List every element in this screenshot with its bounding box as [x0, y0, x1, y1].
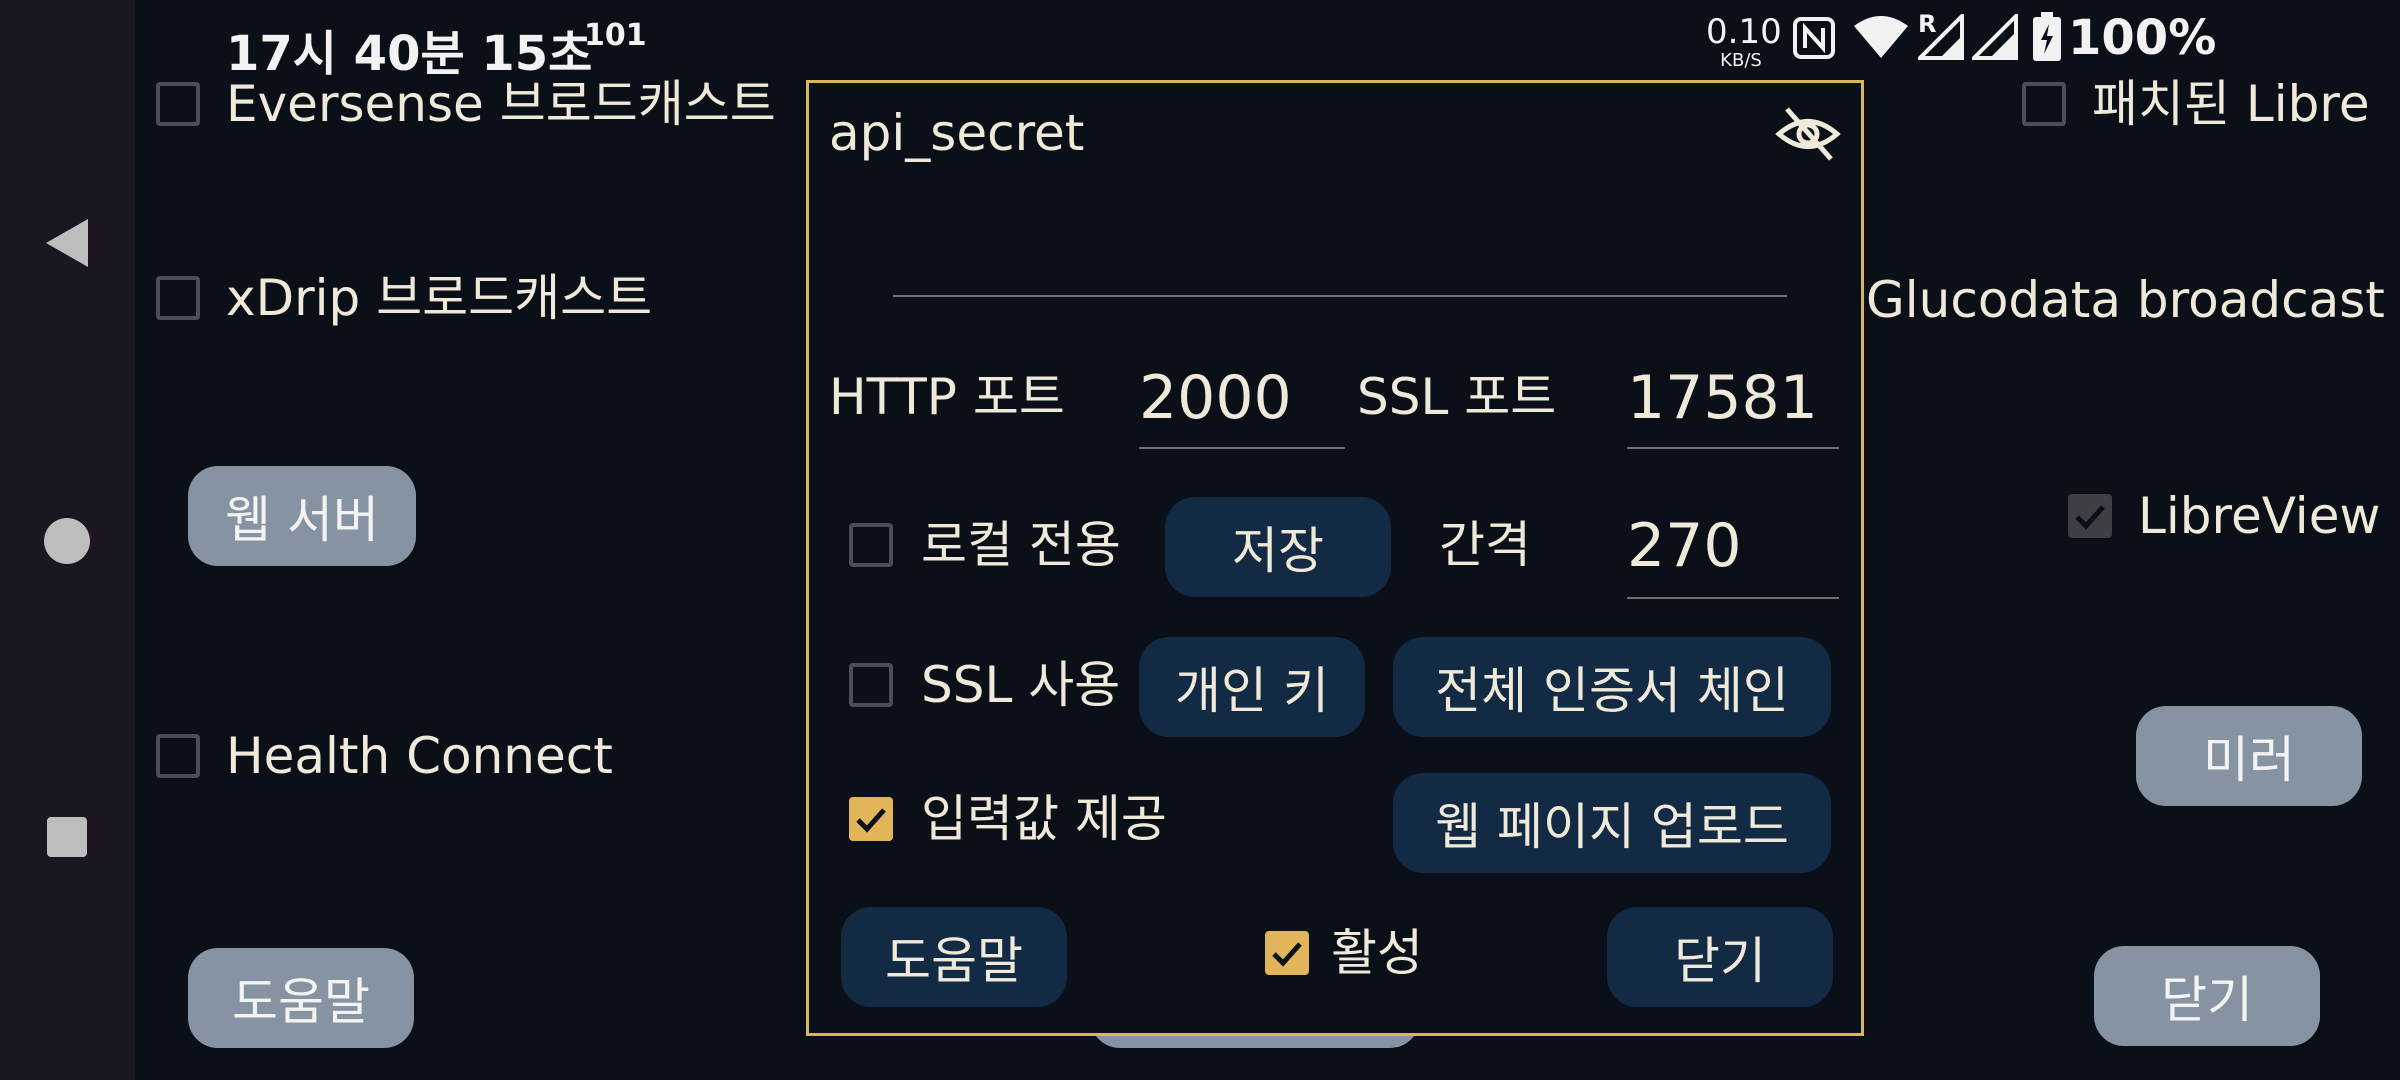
active-label: 활성 [1331, 924, 1423, 982]
interval-label: 간격 [1439, 516, 1531, 574]
wifi-icon [1852, 14, 1910, 64]
private-key-button[interactable]: 개인 키 [1139, 637, 1365, 737]
help-button[interactable]: 도움말 [188, 948, 414, 1048]
full-chain-button[interactable]: 전체 인증서 체인 [1393, 637, 1831, 737]
libreview-label: LibreView [2138, 487, 2381, 545]
use-ssl-label: SSL 사용 [921, 656, 1121, 714]
check-icon [1272, 942, 1302, 967]
ssl-port-input[interactable]: 17581 [1627, 363, 1818, 433]
dialog-help-button[interactable]: 도움말 [841, 907, 1067, 1007]
notification-count: 101 [584, 18, 647, 53]
eversense-broadcast-checkbox[interactable] [156, 82, 200, 126]
http-port-input[interactable]: 2000 [1139, 363, 1292, 433]
local-only-label: 로컬 전용 [921, 516, 1121, 574]
use-ssl-checkbox[interactable] [849, 663, 893, 707]
xdrip-broadcast-checkbox[interactable] [156, 276, 200, 320]
health-connect-label: Health Connect [226, 727, 613, 785]
home-icon[interactable] [40, 514, 94, 568]
battery-level: 100% [2068, 10, 2217, 66]
web-server-dialog: api_secret HTTP 포트 2000 SSL 포트 17581 로컬 … [806, 80, 1864, 1036]
ssl-port-underline [1627, 447, 1839, 449]
api-secret-label: api_secret [829, 104, 1085, 162]
xdrip-broadcast-label: xDrip 브로드캐스트 [226, 269, 653, 327]
save-button[interactable]: 저장 [1165, 497, 1391, 597]
close-button[interactable]: 닫기 [2094, 946, 2320, 1046]
net-speed: 0.10 [1706, 12, 1782, 52]
active-checkbox[interactable] [1265, 931, 1309, 975]
provide-input-label: 입력값 제공 [921, 790, 1167, 848]
check-icon [856, 808, 886, 833]
libreview-checkbox[interactable] [2068, 494, 2112, 538]
visibility-off-icon[interactable] [1775, 101, 1841, 171]
local-only-checkbox[interactable] [849, 523, 893, 567]
check-icon [2075, 505, 2105, 530]
dialog-close-button[interactable]: 닫기 [1607, 907, 1833, 1007]
http-port-label: HTTP 포트 [829, 368, 1065, 426]
navigation-bar [0, 0, 135, 1080]
health-connect-checkbox[interactable] [156, 734, 200, 778]
back-icon[interactable] [40, 216, 94, 270]
ssl-port-label: SSL 포트 [1357, 368, 1557, 426]
upload-web-page-button[interactable]: 웹 페이지 업로드 [1393, 773, 1831, 873]
signal-icon [1969, 11, 2020, 64]
interval-input[interactable]: 270 [1627, 511, 1742, 581]
provide-input-checkbox[interactable] [849, 797, 893, 841]
eversense-broadcast-label: Eversense 브로드캐스트 [226, 75, 776, 133]
battery-charging-icon [2032, 12, 2062, 66]
recents-icon[interactable] [40, 810, 94, 864]
patched-libre-label: 패치된 Libre [2092, 75, 2370, 133]
http-port-underline [1139, 447, 1345, 449]
api-secret-underline [893, 295, 1787, 297]
glucodata-broadcast-label: Glucodata broadcast [1866, 271, 2385, 329]
net-speed-unit: KB/S [1720, 50, 1762, 71]
web-server-button[interactable]: 웹 서버 [188, 466, 416, 566]
patched-libre-checkbox[interactable] [2022, 82, 2066, 126]
nfc-icon [1792, 16, 1836, 64]
interval-underline [1627, 597, 1839, 599]
mirror-button[interactable]: 미러 [2136, 706, 2362, 806]
signal-icon [1915, 11, 1966, 64]
